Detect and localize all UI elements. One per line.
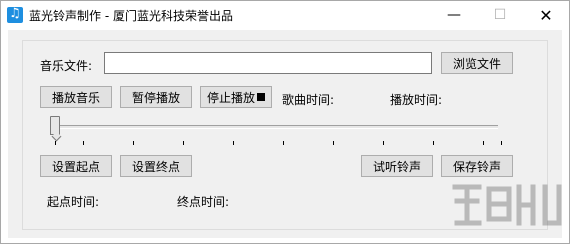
close-button[interactable]: ✕ xyxy=(523,1,569,29)
slider-tick xyxy=(133,141,134,145)
set-end-button[interactable]: 设置终点 xyxy=(120,155,192,177)
stop-play-label: 停止播放 xyxy=(206,90,255,105)
stop-square-icon xyxy=(257,93,265,101)
start-time-label: 起点时间: xyxy=(47,195,100,209)
play-time-label: 播放时间: xyxy=(390,93,443,107)
pause-play-button[interactable]: 暂停播放 xyxy=(120,86,192,108)
save-ringtone-button[interactable]: 保存铃声 xyxy=(441,155,513,177)
window-title: 蓝光铃声制作 - 厦门蓝光科技荣誉出品 xyxy=(29,8,233,23)
browse-file-button[interactable]: 浏览文件 xyxy=(441,52,513,74)
preview-ringtone-button[interactable]: 试听铃声 xyxy=(361,155,433,177)
slider-tick xyxy=(483,141,484,145)
music-file-input[interactable] xyxy=(104,52,432,74)
stop-play-button[interactable]: 停止播放 xyxy=(200,86,272,108)
play-music-button[interactable]: 播放音乐 xyxy=(40,86,112,108)
slider-tick xyxy=(383,141,384,145)
slider-tick xyxy=(55,141,56,145)
app-window: 蓝光铃声制作 - 厦门蓝光科技荣誉出品 — ☐ ✕ 音乐文件: 浏览文件 播放音… xyxy=(0,0,570,244)
slider-tick xyxy=(83,141,84,145)
end-time-label: 终点时间: xyxy=(177,195,230,209)
title-bar[interactable]: 蓝光铃声制作 - 厦门蓝光科技荣誉出品 — ☐ ✕ xyxy=(1,1,569,29)
slider-tick xyxy=(501,141,502,145)
music-file-label: 音乐文件: xyxy=(40,59,93,73)
slider-tick xyxy=(333,141,334,145)
slider-tick xyxy=(233,141,234,145)
music-note-icon xyxy=(7,6,23,23)
slider-tick xyxy=(283,141,284,145)
set-start-button[interactable]: 设置起点 xyxy=(40,155,112,177)
slider-tick xyxy=(433,141,434,145)
slider-tick xyxy=(183,141,184,145)
progress-slider-track[interactable] xyxy=(50,125,498,129)
watermark-logo-icon xyxy=(452,184,562,226)
minimize-button[interactable]: — xyxy=(431,1,477,29)
progress-slider-thumb[interactable] xyxy=(50,116,60,135)
song-time-label: 歌曲时间: xyxy=(282,93,335,107)
maximize-button[interactable]: ☐ xyxy=(477,1,523,29)
